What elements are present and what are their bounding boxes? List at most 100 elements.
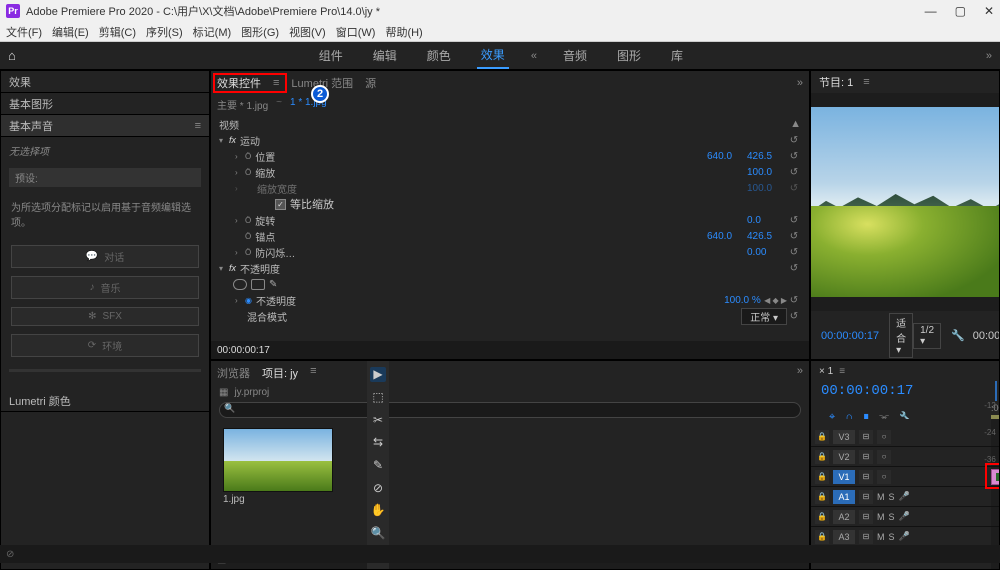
hamburger-icon[interactable]: ≡ [195,120,201,132]
mute-icon[interactable]: M [877,532,885,542]
rotation-value[interactable]: 0.0 [747,215,787,226]
bin-icon[interactable]: ▦ [219,387,228,398]
reset-icon[interactable]: ↺ [787,151,801,162]
zoom-tool-icon[interactable]: 🔍 [370,526,386,541]
track-name[interactable]: A3 [833,530,855,544]
reset-icon[interactable]: ↺ [787,295,801,306]
timeline-timecode[interactable]: 00:00:00:17 [811,381,999,401]
program-tab[interactable]: 节目: 1 [819,74,853,90]
toggle-output-icon[interactable]: ⊟ [859,430,873,444]
program-preview[interactable] [811,107,999,297]
pen-tool-icon[interactable]: ⊘ [370,480,386,495]
eye-icon[interactable]: ○ [877,430,891,444]
tab-project[interactable]: 项目: jy [262,365,298,381]
anchor-x[interactable]: 640.0 [707,231,747,242]
toggle-output-icon[interactable]: ⊟ [859,450,873,464]
eye-icon[interactable]: ○ [877,470,891,484]
workspace-assembly[interactable]: 组件 [315,43,347,68]
menu-help[interactable]: 帮助(H) [385,24,422,40]
menu-sequence[interactable]: 序列(S) [146,24,183,40]
track-header-a1[interactable]: 🔒A1⊟MS🎤 [811,487,991,507]
mic-icon[interactable]: 🎤 [899,491,910,502]
ripple-tool-icon[interactable]: ✂ [370,412,386,427]
menu-clip[interactable]: 剪辑(C) [99,24,136,40]
workspace-editing[interactable]: 编辑 [369,43,401,68]
track-name[interactable]: A1 [833,490,855,504]
mute-icon[interactable]: M [877,512,885,522]
hamburger-icon[interactable]: ≡ [310,365,316,381]
solo-icon[interactable]: S [889,492,895,502]
lock-icon[interactable]: 🔒 [815,510,829,524]
hamburger-icon[interactable]: ≡ [839,366,845,377]
reset-icon[interactable]: ↺ [787,231,801,242]
reset-icon[interactable]: ↺ [787,167,801,178]
workspace-effects[interactable]: 效果 [477,42,509,69]
track-select-tool-icon[interactable]: ⬚ [370,390,386,405]
workspace-graphics[interactable]: 图形 [613,43,645,68]
track-header-v3[interactable]: 🔒V3⊟○ [811,427,991,447]
mic-icon[interactable]: 🎤 [899,511,910,522]
track-header-v1[interactable]: 🔒 V1 ⊟ ○ [811,467,991,487]
reset-icon[interactable]: ↺ [787,263,801,274]
track-header-a3[interactable]: 🔒A3⊟MS🎤 [811,527,991,547]
toggle-output-icon[interactable]: ⊟ [859,470,873,484]
solo-icon[interactable]: S [889,532,895,542]
mute-icon[interactable]: M [877,492,885,502]
mask-pen-icon[interactable]: ✎ [269,279,283,290]
track-name[interactable]: V2 [833,450,855,464]
chevron-right-icon[interactable]: » [797,77,803,89]
toggle-output-icon[interactable]: ⊟ [859,490,873,504]
toggle-output-icon[interactable]: ⊟ [859,510,873,524]
project-item[interactable]: 1.jpg [223,428,333,507]
razor-tool-icon[interactable]: ⇆ [370,435,386,450]
ambience-button[interactable]: ⟳环境 [11,334,199,357]
sequence-tab[interactable]: × 1 [819,366,833,377]
tab-lumetri-color[interactable]: Lumetri 颜色 [1,390,209,412]
preset-field[interactable]: 预设: [9,168,201,187]
mask-rect-icon[interactable] [251,279,265,290]
reset-icon[interactable]: ↺ [787,215,801,226]
chevron-right-icon[interactable]: » [797,365,803,381]
flicker-value[interactable]: 0.00 [747,247,787,258]
tab-browser[interactable]: 浏览器 [217,365,250,381]
lock-icon[interactable]: 🔒 [815,450,829,464]
position-y[interactable]: 426.5 [747,151,787,162]
maximize-button[interactable]: ▢ [955,4,966,18]
menu-file[interactable]: 文件(F) [6,24,42,40]
reset-icon[interactable]: ↺ [787,247,801,258]
tab-essential-sound[interactable]: 基本声音≡ [1,115,209,137]
lock-icon[interactable]: 🔒 [815,470,829,484]
zoom-fit-select[interactable]: 适合 ▾ [889,313,913,358]
menu-graphics[interactable]: 图形(G) [241,24,279,40]
track-name[interactable]: V1 [833,470,855,484]
selection-tool-icon[interactable]: ▶ [370,367,386,382]
anchor-y[interactable]: 426.5 [747,231,787,242]
lock-icon[interactable]: 🔒 [815,530,829,544]
dialogue-button[interactable]: 💬对话 [11,245,199,268]
track-header-v2[interactable]: 🔒 V2 ⊟ ○ [811,447,991,467]
opacity-section[interactable]: 不透明度 [240,261,787,276]
menu-view[interactable]: 视图(V) [289,24,326,40]
minimize-button[interactable]: — [925,4,937,18]
hand-tool-icon[interactable]: ✋ [370,503,386,518]
music-button[interactable]: ♪音乐 [11,276,199,299]
project-search-input[interactable] [219,402,801,418]
slip-tool-icon[interactable]: ✎ [370,458,386,473]
opacity-value[interactable]: 100.0 % [724,295,764,306]
chevron-right-icon[interactable]: » [986,50,992,62]
motion-section[interactable]: 运动 [240,133,787,148]
workspace-libraries[interactable]: 库 [667,43,687,68]
tab-effect-controls[interactable]: 效果控件 [217,75,261,91]
resolution-select[interactable]: 1/2 ▾ [913,323,941,349]
home-icon[interactable]: ⌂ [8,48,16,63]
menu-marker[interactable]: 标记(M) [193,24,232,40]
wrench-icon[interactable]: 🔧 [951,329,965,342]
effect-timecode[interactable]: 00:00:00:17 [217,345,270,356]
menu-edit[interactable]: 编辑(E) [52,24,89,40]
eye-icon[interactable]: ○ [877,450,891,464]
reset-icon[interactable]: ↺ [787,135,801,146]
toggle-output-icon[interactable]: ⊟ [859,530,873,544]
uniform-scale-checkbox[interactable]: ✓ [275,199,286,210]
scale-value[interactable]: 100.0 [747,167,787,178]
position-x[interactable]: 640.0 [707,151,747,162]
